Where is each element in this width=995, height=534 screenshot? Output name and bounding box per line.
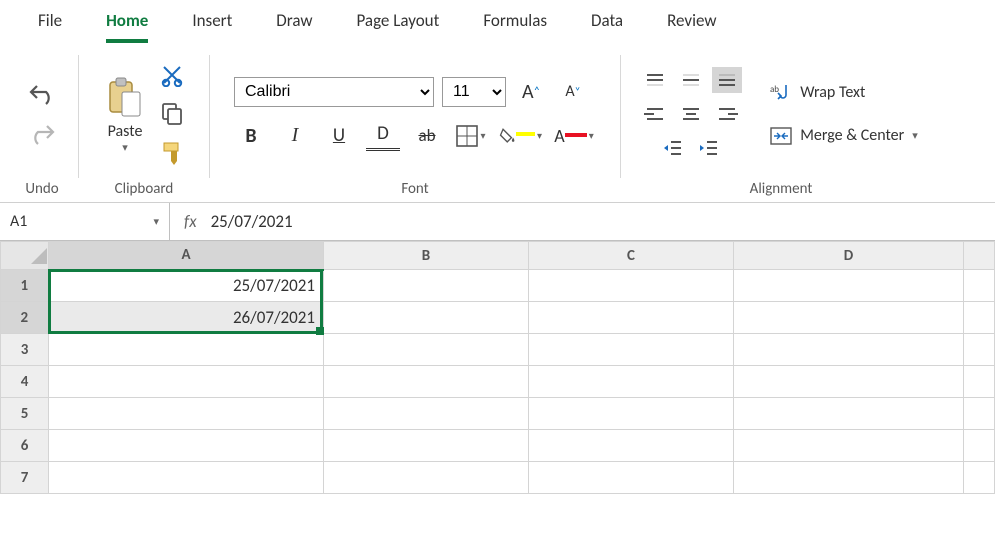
row-head-6[interactable]: 6 xyxy=(1,430,49,462)
font-color-button[interactable]: A ▾ xyxy=(552,121,596,151)
ribbon: Undo Paste ▾ xyxy=(0,43,995,203)
row-head-7[interactable]: 7 xyxy=(1,462,49,494)
row-head-3[interactable]: 3 xyxy=(1,334,49,366)
tab-data[interactable]: Data xyxy=(591,10,623,43)
col-head-D[interactable]: D xyxy=(734,242,964,270)
select-all-corner[interactable] xyxy=(1,242,49,270)
group-label-undo: Undo xyxy=(25,180,58,198)
cell-C1[interactable] xyxy=(529,270,734,302)
font-name-select[interactable]: Calibri xyxy=(234,77,434,107)
align-right[interactable] xyxy=(712,101,742,127)
strikethrough-button[interactable]: ab xyxy=(410,121,444,151)
group-undo: Undo xyxy=(6,49,78,202)
tab-insert[interactable]: Insert xyxy=(192,10,232,43)
cell-A5[interactable] xyxy=(49,398,324,430)
cell-A2[interactable]: 26/07/2021 xyxy=(49,302,324,334)
tab-draw[interactable]: Draw xyxy=(276,10,312,43)
row-head-5[interactable]: 5 xyxy=(1,398,49,430)
cell-E1[interactable] xyxy=(964,270,995,302)
paste-button[interactable] xyxy=(104,74,146,122)
group-label-font: Font xyxy=(401,180,428,198)
format-painter-button[interactable] xyxy=(160,139,184,165)
cell-D2[interactable] xyxy=(734,302,964,334)
cell-A1[interactable]: 25/07/2021 xyxy=(49,270,324,302)
group-label-alignment: Alignment xyxy=(750,180,813,198)
cell-A3[interactable] xyxy=(49,334,324,366)
align-bottom[interactable] xyxy=(712,67,742,93)
name-box[interactable]: A1 ▾ xyxy=(0,203,170,240)
chevron-down-icon: ▾ xyxy=(153,215,159,228)
cell-A6[interactable] xyxy=(49,430,324,462)
copy-button[interactable] xyxy=(160,101,184,125)
increase-indent[interactable] xyxy=(694,135,724,161)
tab-home[interactable]: Home xyxy=(106,10,148,43)
double-underline-button[interactable]: D xyxy=(366,121,400,151)
formula-input[interactable]: 25/07/2021 xyxy=(211,211,293,232)
ribbon-tabs: File Home Insert Draw Page Layout Formul… xyxy=(0,0,995,43)
name-box-value: A1 xyxy=(10,212,27,231)
col-head-extra[interactable] xyxy=(964,242,995,270)
tab-formulas[interactable]: Formulas xyxy=(483,10,547,43)
decrease-font-size[interactable]: A˅ xyxy=(556,77,590,107)
formula-bar: A1 ▾ fx 25/07/2021 xyxy=(0,203,995,241)
merge-center-icon xyxy=(770,127,792,145)
undo-button[interactable] xyxy=(28,82,56,106)
font-size-select[interactable]: 11 xyxy=(442,77,506,107)
group-font: Calibri 11 A˄ A˅ B I U D ab ▾ xyxy=(210,49,620,202)
underline-button[interactable]: U xyxy=(322,121,356,151)
worksheet-grid[interactable]: A B C D 1 25/07/2021 2 26/07/2021 3 4 5 … xyxy=(0,241,995,494)
merge-center-label: Merge & Center xyxy=(800,126,904,145)
align-top[interactable] xyxy=(640,67,670,93)
borders-button[interactable]: ▾ xyxy=(454,121,488,151)
align-middle[interactable] xyxy=(676,67,706,93)
fill-color-button[interactable]: ▾ xyxy=(498,121,542,151)
decrease-indent[interactable] xyxy=(658,135,688,161)
align-center[interactable] xyxy=(676,101,706,127)
col-head-C[interactable]: C xyxy=(529,242,734,270)
cell-E2[interactable] xyxy=(964,302,995,334)
wrap-text-label: Wrap Text xyxy=(800,83,865,102)
cell-A7[interactable] xyxy=(49,462,324,494)
paste-menu[interactable]: ▾ xyxy=(122,141,128,154)
italic-button[interactable]: I xyxy=(278,121,312,151)
tab-file[interactable]: File xyxy=(38,10,62,43)
col-head-A[interactable]: A xyxy=(49,242,324,270)
cell-D1[interactable] xyxy=(734,270,964,302)
align-left[interactable] xyxy=(640,101,670,127)
wrap-text-button[interactable]: ab Wrap Text xyxy=(766,80,869,104)
cell-A4[interactable] xyxy=(49,366,324,398)
redo-button[interactable] xyxy=(28,122,56,146)
cell-B2[interactable] xyxy=(324,302,529,334)
row-head-4[interactable]: 4 xyxy=(1,366,49,398)
cell-B1[interactable] xyxy=(324,270,529,302)
wrap-text-icon: ab xyxy=(770,82,792,102)
cell-C2[interactable] xyxy=(529,302,734,334)
bold-button[interactable]: B xyxy=(234,121,268,151)
increase-font-size[interactable]: A˄ xyxy=(514,77,548,107)
cut-button[interactable] xyxy=(160,63,184,87)
group-label-clipboard: Clipboard xyxy=(115,180,174,198)
paste-label: Paste xyxy=(108,122,143,141)
group-alignment: ab Wrap Text Merge & Center ▾ Alignment xyxy=(621,49,941,202)
tab-review[interactable]: Review xyxy=(667,10,716,43)
row-head-1[interactable]: 1 xyxy=(1,270,49,302)
tab-page-layout[interactable]: Page Layout xyxy=(357,10,440,43)
merge-center-button[interactable]: Merge & Center ▾ xyxy=(766,124,922,147)
col-head-B[interactable]: B xyxy=(324,242,529,270)
fx-icon[interactable]: fx xyxy=(184,211,197,232)
row-head-2[interactable]: 2 xyxy=(1,302,49,334)
group-clipboard: Paste ▾ Clipboard xyxy=(79,49,209,202)
